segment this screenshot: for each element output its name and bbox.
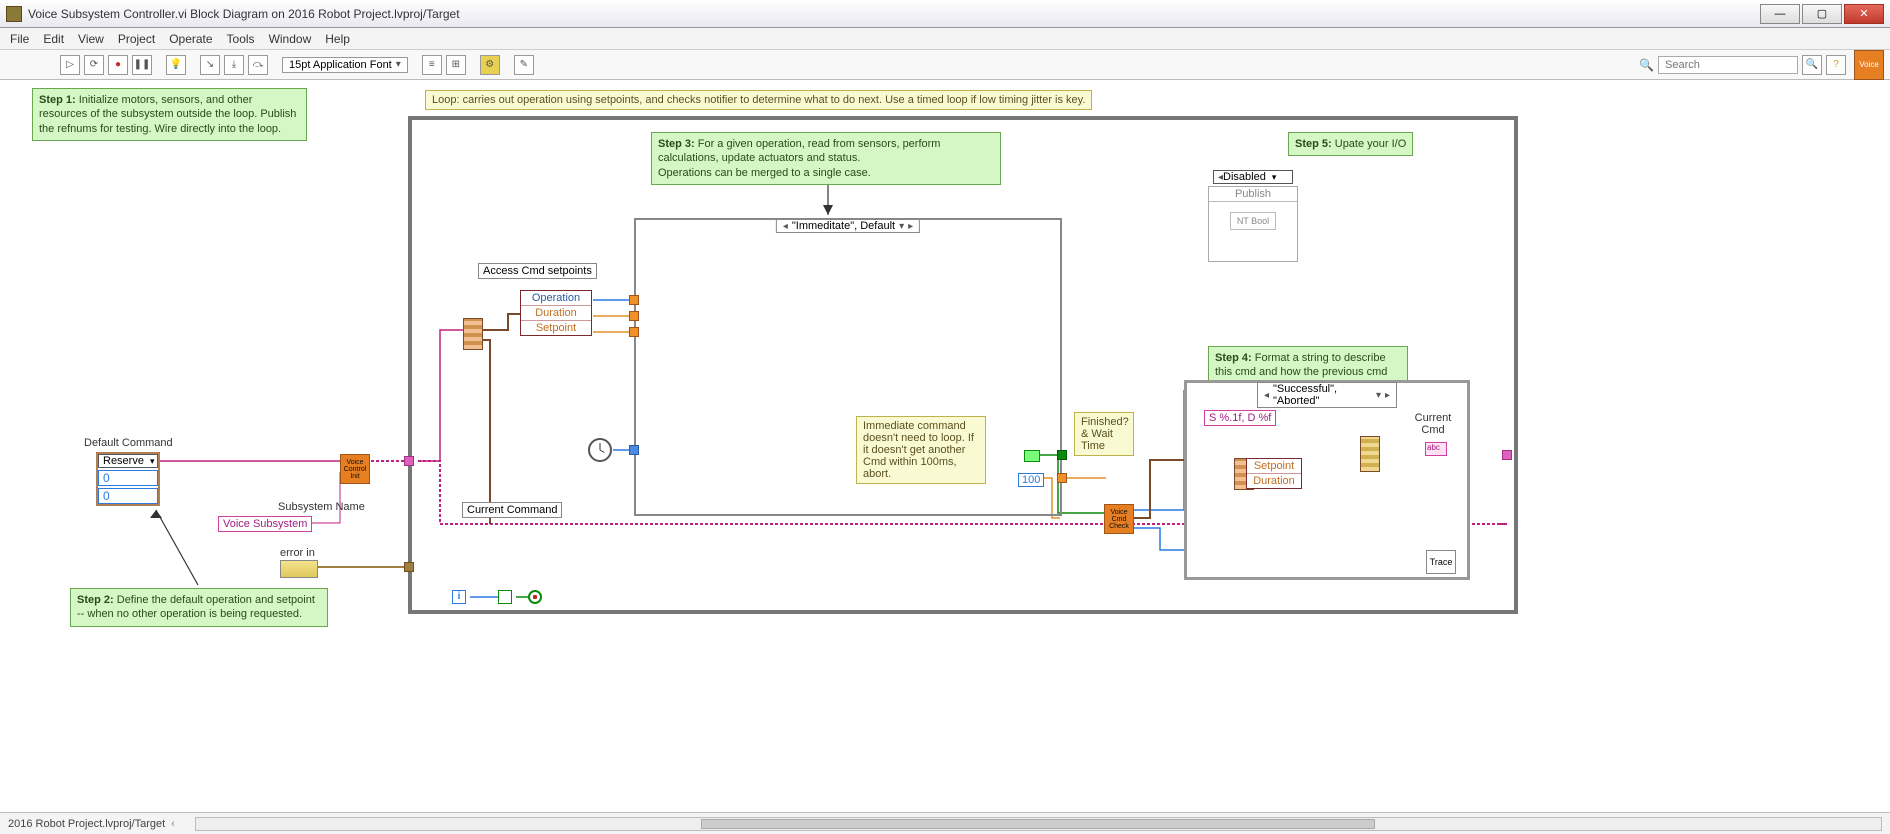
shift-register-right (1502, 450, 1512, 460)
window-titlebar: Voice Subsystem Controller.vi Block Diag… (0, 0, 1890, 28)
block-diagram-canvas[interactable]: Step 1: Initialize motors, sensors, and … (0, 80, 1890, 812)
toolbar: ▷ ⟳ ● ❚❚ 💡 ↘ ⤓ ⤼ 15pt Application Font▾ … (0, 50, 1890, 80)
step-into-button[interactable]: ⤓ (224, 55, 244, 75)
current-cmd-indicator[interactable]: abc (1425, 442, 1447, 456)
case-structure-main[interactable]: ◂"Immeditate", Default▾▸ (634, 218, 1062, 516)
horizontal-scrollbar[interactable] (195, 817, 1882, 831)
menu-edit[interactable]: Edit (43, 32, 64, 46)
error-tunnel-left (404, 562, 414, 572)
context-help-button[interactable]: ? (1826, 55, 1846, 75)
vi-icon-pane[interactable]: Voice (1854, 50, 1884, 80)
format-into-string-node[interactable] (1360, 436, 1380, 472)
default-command-num2[interactable]: 0 (98, 488, 158, 504)
align-button[interactable]: ≡ (422, 55, 442, 75)
case-selector-status[interactable]: ◂"Successful", "Aborted"▾▸ (1257, 382, 1397, 408)
pause-button[interactable]: ❚❚ (132, 55, 152, 75)
cleanup-button[interactable]: ✎ (514, 55, 534, 75)
distribute-button[interactable]: ⊞ (446, 55, 466, 75)
font-selector[interactable]: 15pt Application Font▾ (282, 57, 408, 73)
menu-file[interactable]: File (10, 32, 29, 46)
minimize-button[interactable]: — (1760, 4, 1800, 24)
tunnel-num-out (1057, 473, 1067, 483)
default-command-num1[interactable]: 0 (98, 470, 158, 486)
menu-bar: File Edit View Project Operate Tools Win… (0, 28, 1890, 50)
menu-window[interactable]: Window (269, 32, 312, 46)
scrollbar-thumb[interactable] (701, 819, 1375, 829)
error-in-control[interactable] (280, 560, 318, 578)
menu-project[interactable]: Project (118, 32, 155, 46)
default-command-cluster[interactable]: Reserve 0 0 (96, 452, 160, 506)
retain-wire-button[interactable]: ↘ (200, 55, 220, 75)
menu-tools[interactable]: Tools (227, 32, 255, 46)
tunnel-bool-out (1057, 450, 1067, 460)
nt-bool-node[interactable]: NT Bool (1230, 212, 1276, 230)
case-selector-main[interactable]: ◂"Immeditate", Default▾▸ (776, 219, 920, 233)
search-input[interactable] (1658, 56, 1798, 74)
search-box: 🔍 🔍 ? (1639, 55, 1846, 75)
comment-step5: Step 5: Upate your I/O (1288, 132, 1413, 156)
unbundle-status-duration[interactable]: Duration (1247, 474, 1301, 488)
unbundle-node-icon[interactable] (463, 318, 483, 350)
abort-button[interactable]: ● (108, 55, 128, 75)
default-command-enum[interactable]: Reserve (98, 454, 158, 468)
format-string-constant[interactable]: S %.1f, D %f (1204, 410, 1276, 426)
vi-file-icon (6, 6, 22, 22)
voice-cmd-check-subvi[interactable]: Voice Cmd Check (1104, 504, 1134, 534)
current-cmd-indicator-label: Current Cmd (1408, 412, 1458, 436)
loop-iteration-terminal[interactable]: i (452, 590, 466, 604)
true-constant[interactable] (1024, 450, 1040, 462)
comment-loop: Loop: carries out operation using setpoi… (425, 90, 1092, 110)
voice-control-init-subvi[interactable]: Voice Control Init (340, 454, 370, 484)
unbundle-setpoint[interactable]: Setpoint (521, 321, 591, 335)
comment-step2: Step 2: Define the default operation and… (70, 588, 328, 627)
maximize-button[interactable]: ▢ (1802, 4, 1842, 24)
tick-count-node[interactable] (588, 438, 612, 462)
numeric-constant-100[interactable]: 100 (1018, 473, 1044, 487)
search-go-icon[interactable]: 🔍 (1802, 55, 1822, 75)
status-bar: 2016 Robot Project.lvproj/Target ‹ (0, 812, 1890, 834)
error-in-label: error in (280, 547, 315, 559)
comment-immediate: Immediate command doesn't need to loop. … (856, 416, 986, 484)
tunnel-dur (629, 311, 639, 321)
diagram-disable-structure[interactable]: Publish NT Bool (1208, 186, 1298, 262)
highlight-exec-button[interactable]: 💡 (166, 55, 186, 75)
unbundle-duration[interactable]: Duration (521, 306, 591, 321)
step-over-button[interactable]: ⤼ (248, 55, 268, 75)
window-title: Voice Subsystem Controller.vi Block Diag… (28, 7, 1760, 21)
run-continuous-button[interactable]: ⟳ (84, 55, 104, 75)
access-cmd-label: Access Cmd setpoints (478, 263, 597, 279)
tunnel-op (629, 295, 639, 305)
menu-view[interactable]: View (78, 32, 104, 46)
comment-step3: Step 3: For a given operation, read from… (651, 132, 1001, 185)
menu-help[interactable]: Help (325, 32, 350, 46)
subsystem-name-label: Subsystem Name (278, 501, 365, 513)
unbundle-operation[interactable]: Operation (521, 291, 591, 306)
tunnel-sp (629, 327, 639, 337)
menu-operate[interactable]: Operate (169, 32, 212, 46)
default-command-label: Default Command (84, 437, 173, 449)
publish-label: Publish (1209, 187, 1297, 202)
reorder-button[interactable]: ⚙ (480, 55, 500, 75)
run-button[interactable]: ▷ (60, 55, 80, 75)
close-button[interactable]: ✕ (1844, 4, 1884, 24)
current-command-label: Current Command (462, 502, 562, 518)
unbundle-by-name[interactable]: Operation Duration Setpoint (520, 290, 592, 336)
subsystem-name-constant[interactable]: Voice Subsystem (218, 516, 312, 532)
loop-condition-indicator (498, 590, 512, 604)
trace-subvi[interactable]: Trace (1426, 550, 1456, 574)
status-path: 2016 Robot Project.lvproj/Target (8, 818, 165, 830)
unbundle-status[interactable]: Setpoint Duration (1246, 458, 1302, 489)
unbundle-status-setpoint[interactable]: Setpoint (1247, 459, 1301, 474)
tunnel-clock (629, 445, 639, 455)
status-chevron-icon[interactable]: ‹ (171, 818, 175, 830)
comment-finished: Finished? & Wait Time (1074, 412, 1134, 456)
disabled-structure-selector[interactable]: ◂Disabled (1213, 170, 1293, 184)
shift-register-left (404, 456, 414, 466)
comment-step1: Step 1: Initialize motors, sensors, and … (32, 88, 307, 141)
loop-stop-terminal[interactable] (528, 590, 542, 604)
